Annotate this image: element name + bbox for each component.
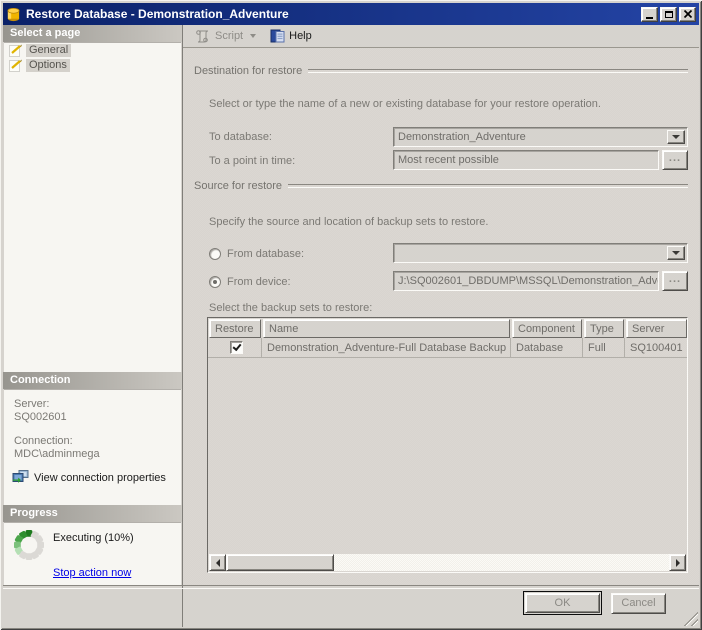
column-header-name[interactable]: Name	[263, 319, 510, 338]
ok-button-ring: OK	[523, 591, 602, 615]
titlebar: Restore Database - Demonstration_Adventu…	[3, 3, 699, 25]
ok-button[interactable]: OK	[525, 593, 600, 613]
connection-properties-icon	[12, 470, 29, 484]
view-connection-properties-label: View connection properties	[34, 471, 166, 484]
sidebar-item-label: General	[26, 44, 72, 57]
restore-checkbox[interactable]	[230, 341, 243, 354]
column-header-server[interactable]: Server	[626, 319, 687, 338]
source-group: Source for restore	[194, 180, 688, 192]
column-header-component[interactable]: Component	[512, 319, 582, 338]
point-in-time-browse-button[interactable]: ...	[662, 150, 688, 170]
scrollbar-thumb[interactable]	[226, 554, 334, 571]
table-row-server-cell[interactable]: SQ100401	[625, 338, 687, 358]
table-row-name-cell[interactable]: Demonstration_Adventure-Full Database Ba…	[262, 338, 511, 358]
connection-box: Server: SQ002601 Connection: MDC\adminme…	[4, 389, 181, 506]
minimize-icon	[646, 16, 653, 19]
script-label: Script	[215, 30, 244, 42]
script-button[interactable]: Script	[191, 27, 260, 45]
close-button[interactable]	[679, 6, 696, 22]
database-icon	[6, 7, 21, 22]
left-panel: Select a page General Options Connection…	[3, 25, 183, 627]
destination-caption: Destination for restore	[194, 65, 303, 77]
from-device-radio[interactable]	[209, 276, 221, 288]
maximize-button[interactable]	[660, 6, 677, 22]
window-title: Restore Database - Demonstration_Adventu…	[26, 7, 289, 21]
progress-box: Executing (10%) Stop action now	[4, 522, 181, 586]
progress-status: Executing (10%)	[53, 532, 134, 544]
from-database-label: From database:	[227, 248, 305, 260]
scroll-right-button[interactable]	[669, 554, 686, 571]
sidebar-item-general[interactable]: General	[4, 43, 181, 58]
cancel-button[interactable]: Cancel	[611, 593, 666, 614]
server-value: SQ002601	[14, 411, 67, 423]
source-caption: Source for restore	[194, 180, 283, 192]
from-database-radio[interactable]	[209, 248, 221, 260]
from-database-combo[interactable]	[393, 243, 688, 263]
horizontal-scrollbar[interactable]	[209, 554, 686, 571]
group-divider	[288, 184, 688, 188]
scroll-right-icon	[675, 558, 680, 567]
browse-label: ...	[668, 273, 682, 285]
to-point-field[interactable]: Most recent possible	[393, 150, 659, 170]
sidebar-item-options[interactable]: Options	[4, 58, 181, 73]
backup-sets-label: Select the backup sets to restore:	[209, 302, 373, 314]
source-description: Specify the source and location of backu…	[209, 216, 489, 228]
column-header-restore[interactable]: Restore	[209, 319, 261, 338]
page-list: General Options	[4, 42, 181, 373]
select-a-page-header: Select a page	[3, 25, 182, 42]
progress-spinner-icon	[14, 530, 44, 560]
from-device-label: From device:	[227, 276, 291, 288]
minimize-button[interactable]	[641, 6, 658, 22]
script-dropdown-icon	[250, 34, 257, 38]
to-database-dropdown-button[interactable]	[667, 130, 685, 144]
help-icon	[270, 29, 285, 43]
destination-description: Select or type the name of a new or exis…	[209, 98, 601, 110]
maximize-icon	[664, 10, 673, 18]
chevron-down-icon	[672, 135, 680, 139]
from-device-field[interactable]: J:\SQ002601_DBDUMP\MSSQL\Demonstration_A…	[393, 271, 659, 291]
table-row-restore-cell[interactable]	[208, 338, 262, 358]
from-database-dropdown-button[interactable]	[667, 246, 685, 260]
to-point-label: To a point in time:	[209, 155, 296, 167]
column-header-type[interactable]: Type	[584, 319, 624, 338]
view-connection-properties[interactable]: View connection properties	[12, 470, 181, 485]
connection-header: Connection	[3, 372, 182, 389]
chevron-down-icon	[672, 251, 680, 255]
connection-value: MDC\adminmega	[14, 448, 100, 460]
table-row-component-cell[interactable]: Database	[511, 338, 583, 358]
backup-sets-grid: Restore Name Component Type Server Demon…	[207, 317, 688, 573]
sidebar-item-label: Options	[26, 59, 70, 72]
toolbar: Script Help	[183, 25, 699, 48]
from-device-browse-button[interactable]: ...	[662, 271, 688, 291]
to-database-label: To database:	[209, 131, 272, 143]
from-device-value: J:\SQ002601_DBDUMP\MSSQL\Demonstration_A…	[398, 275, 659, 287]
help-button[interactable]: Help	[266, 27, 316, 45]
progress-header: Progress	[3, 505, 182, 522]
connection-label: Connection:	[14, 435, 73, 447]
page-script-icon	[9, 59, 22, 72]
server-label: Server:	[14, 398, 50, 410]
to-point-value: Most recent possible	[398, 154, 499, 166]
destination-group: Destination for restore	[194, 65, 688, 77]
table-row-type-cell[interactable]: Full	[583, 338, 625, 358]
script-icon	[196, 30, 209, 43]
scroll-left-icon	[215, 558, 220, 567]
browse-label: ...	[668, 152, 682, 164]
scroll-left-button[interactable]	[209, 554, 226, 571]
help-label: Help	[289, 30, 312, 42]
page-script-icon	[9, 44, 22, 57]
group-divider	[308, 69, 688, 73]
stop-action-link[interactable]: Stop action now	[53, 567, 131, 579]
to-database-value: Demonstration_Adventure	[398, 131, 526, 143]
footer-divider	[3, 585, 699, 589]
close-icon	[683, 10, 692, 18]
to-database-combo[interactable]: Demonstration_Adventure	[393, 127, 688, 147]
